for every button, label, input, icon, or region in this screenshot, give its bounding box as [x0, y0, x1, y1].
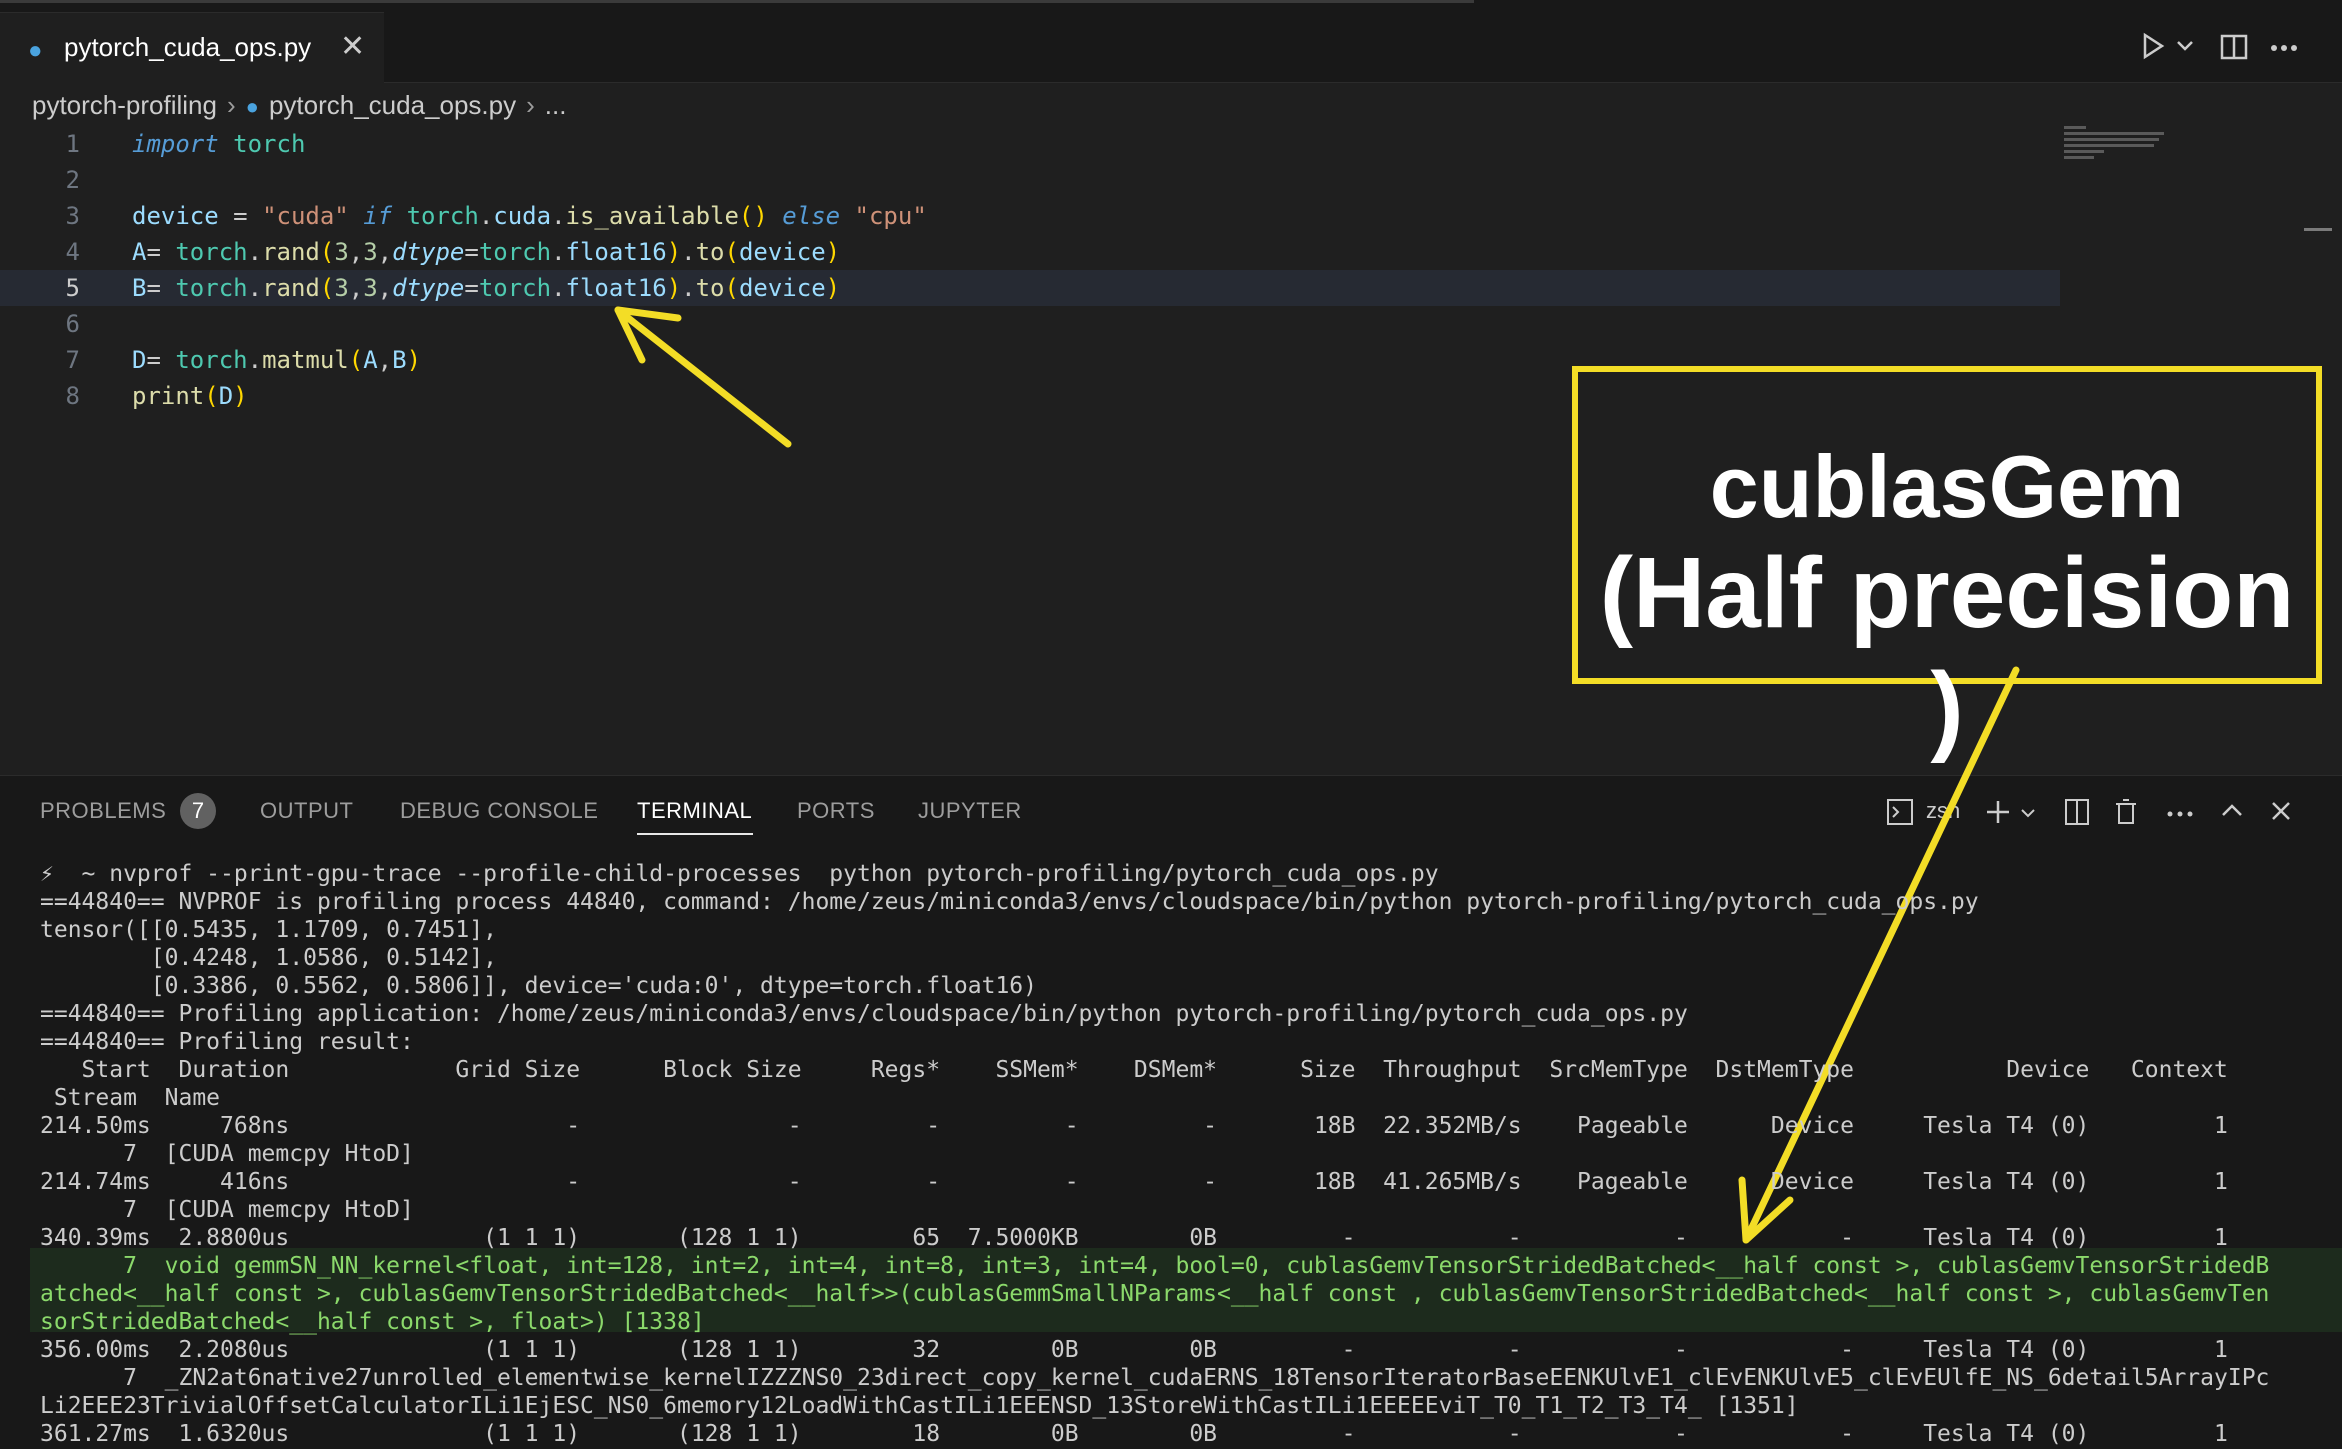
tab-output[interactable]: OUTPUT: [260, 798, 353, 824]
code-line: 1 import torch: [0, 126, 2060, 162]
terminal-line: ==44840== NVPROF is profiling process 44…: [40, 889, 1979, 915]
breadcrumb-folder[interactable]: pytorch-profiling: [32, 90, 217, 120]
tab-ports[interactable]: PORTS: [797, 798, 875, 824]
minimap[interactable]: [2064, 126, 2194, 166]
line-number: 6: [65, 310, 80, 338]
problems-count-badge: 7: [180, 793, 216, 829]
python-file-icon: ●: [28, 37, 43, 64]
terminal-line: 361.27ms 1.6320us (1 1 1) (128 1 1) 18 0…: [40, 1421, 2228, 1447]
line-number: 1: [65, 130, 80, 158]
run-python-file-icon[interactable]: [2140, 32, 2166, 60]
callout-line-1: cublasGem: [1709, 437, 2185, 536]
python-file-icon: ●: [245, 94, 259, 119]
active-tab-indicator: [637, 833, 753, 835]
terminal-line: 7 _ZN2at6native27unrolled_elementwise_ke…: [40, 1365, 2270, 1391]
code-line: 6: [0, 306, 2060, 342]
annotation-callout-box: cublasGem (Half precision ): [1572, 366, 2322, 764]
terminal-line: 7 void gemmSN_NN_kernel<float, int=128, …: [40, 1253, 2270, 1279]
breadcrumb-file[interactable]: pytorch_cuda_ops.py: [269, 90, 516, 120]
terminal-line: sorStridedBatched<__half const >, float>…: [40, 1309, 705, 1335]
new-terminal-icon[interactable]: [1984, 798, 2012, 826]
line-number: 2: [65, 166, 80, 194]
maximize-panel-icon[interactable]: [2220, 802, 2244, 818]
terminal-shell-label[interactable]: zsh: [1926, 798, 1960, 824]
code-line-current: 5 B= torch.rand(3,3,dtype=torch.float16).…: [0, 270, 2060, 306]
terminal-line: 356.00ms 2.2080us (1 1 1) (128 1 1) 32 0…: [40, 1337, 2228, 1363]
editor-scrollbar[interactable]: [2304, 228, 2332, 231]
callout-line-2: (Half precision ): [1599, 537, 2295, 764]
tab-jupyter[interactable]: JUPYTER: [918, 798, 1022, 824]
split-editor-icon[interactable]: [2220, 34, 2248, 60]
terminal-line: Li2EEE23TrivialOffsetCalculatorILi1EjESC…: [40, 1393, 1799, 1419]
terminal-line: ==44840== Profiling result:: [40, 1029, 414, 1055]
code-line: 4 A= torch.rand(3,3,dtype=torch.float16).…: [0, 234, 2060, 270]
terminal-line: ==44840== Profiling application: /home/z…: [40, 1001, 1688, 1027]
line-number: 4: [65, 238, 80, 266]
terminal-line: 340.39ms 2.8800us (1 1 1) (128 1 1) 65 7…: [40, 1225, 2228, 1251]
terminal-line: [0.4248, 1.0586, 0.5142],: [40, 945, 497, 971]
editor-tab-label: pytorch_cuda_ops.py: [64, 32, 312, 62]
window-top-border: [0, 0, 1474, 3]
terminal-line: atched<__half const >, cublasGemvTensorS…: [40, 1281, 2270, 1307]
editor-tab-pytorch-cuda-ops[interactable]: ● pytorch_cuda_ops.py ✕: [0, 12, 384, 84]
terminal-line: Start Duration Grid Size Block Size Regs…: [40, 1057, 2228, 1083]
terminal-line: [0.3386, 0.5562, 0.5806]], device='cuda:…: [40, 973, 1037, 999]
breadcrumb: pytorch-profiling › ● pytorch_cuda_ops.py ›.…: [32, 90, 572, 121]
chevron-right-icon: ›: [526, 90, 535, 120]
terminal-line: 214.74ms 416ns - - - - - 18B 41.265MB/s …: [40, 1169, 2228, 1195]
terminal-line: Stream Name: [40, 1085, 221, 1111]
tab-terminal[interactable]: TERMINAL: [637, 798, 752, 824]
close-panel-icon[interactable]: [2270, 800, 2292, 822]
terminal-line: 7 [CUDA memcpy HtoD]: [40, 1141, 414, 1167]
terminal-line: ⚡ ~ nvprof --print-gpu-trace --profile-c…: [40, 861, 1439, 887]
more-actions-icon[interactable]: [2166, 810, 2194, 818]
chevron-down-icon[interactable]: [2020, 808, 2036, 818]
chevron-right-icon: ›: [226, 90, 236, 120]
code-line: 2: [0, 162, 2060, 198]
breadcrumb-more[interactable]: ...: [545, 90, 567, 120]
terminal-line: 7 [CUDA memcpy HtoD]: [40, 1197, 414, 1223]
line-number: 7: [65, 346, 80, 374]
terminal-shell-icon[interactable]: [1886, 798, 1914, 826]
more-actions-icon[interactable]: [2270, 44, 2298, 52]
editor-tab-bar: ● pytorch_cuda_ops.py ✕: [0, 0, 2342, 84]
split-terminal-icon[interactable]: [2064, 798, 2090, 826]
terminal-line: 214.50ms 768ns - - - - - 18B 22.352MB/s …: [40, 1113, 2228, 1139]
line-number: 5: [65, 274, 80, 302]
tab-problems[interactable]: PROBLEMS: [40, 798, 166, 824]
chevron-down-icon[interactable]: [2176, 40, 2194, 52]
code-line: 3 device = "cuda" if torch.cuda.is_availa…: [0, 198, 2060, 234]
close-tab-icon[interactable]: ✕: [340, 29, 365, 64]
tab-debug-console[interactable]: DEBUG CONSOLE: [400, 798, 598, 824]
trash-icon[interactable]: [2114, 798, 2138, 826]
line-number: 3: [65, 202, 80, 230]
line-number: 8: [65, 382, 80, 410]
terminal-line: tensor([[0.5435, 1.1709, 0.7451],: [40, 917, 497, 943]
